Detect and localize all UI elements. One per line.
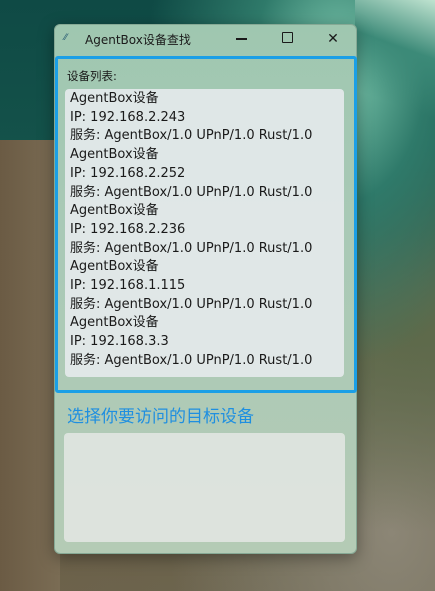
device-item[interactable]: AgentBox设备 IP: 192.168.3.3 服务: AgentBox/… [65, 314, 344, 370]
device-ip: IP: 192.168.1.115 [70, 278, 186, 294]
desktop-wallpaper-shore [0, 140, 60, 591]
device-ip: IP: 192.168.3.3 [70, 334, 169, 350]
device-item[interactable]: AgentBox设备 IP: 192.168.2.243 服务: AgentBo… [65, 89, 344, 146]
device-service: 服务: AgentBox/1.0 UPnP/1.0 Rust/1.0 [70, 240, 313, 256]
device-detail-area [64, 433, 345, 542]
minimize-icon [235, 38, 247, 40]
device-name: AgentBox设备 [70, 147, 159, 163]
desktop-wallpaper-beach [355, 0, 435, 120]
device-ip: IP: 192.168.2.252 [70, 165, 186, 181]
device-item[interactable]: AgentBox设备 IP: 192.168.2.236 服务: AgentBo… [65, 202, 344, 258]
device-name: AgentBox设备 [70, 259, 159, 275]
title-bar[interactable]: ⁄⁄ AgentBox设备查找 ✕ [55, 25, 356, 53]
device-name: AgentBox设备 [70, 91, 159, 106]
select-device-hint: 选择你要访问的目标设备 [67, 407, 254, 427]
device-service: 服务: AgentBox/1.0 UPnP/1.0 Rust/1.0 [70, 128, 313, 144]
device-ip: IP: 192.168.2.243 [70, 109, 186, 125]
device-name: AgentBox设备 [70, 315, 159, 331]
device-item[interactable]: AgentBox设备 IP: 192.168.1.115 服务: AgentBo… [65, 258, 344, 314]
device-service: 服务: AgentBox/1.0 UPnP/1.0 Rust/1.0 [70, 296, 313, 312]
close-button[interactable]: ✕ [310, 25, 356, 53]
device-ip: IP: 192.168.2.236 [70, 221, 186, 237]
device-name: AgentBox设备 [70, 203, 159, 219]
close-icon: ✕ [327, 31, 339, 47]
device-list[interactable]: AgentBox设备 IP: 192.168.2.243 服务: AgentBo… [65, 89, 344, 377]
device-service: 服务: AgentBox/1.0 UPnP/1.0 Rust/1.0 [70, 184, 313, 200]
minimize-button[interactable] [218, 25, 264, 53]
window-title: AgentBox设备查找 [85, 33, 191, 47]
device-list-label: 设备列表: [67, 69, 117, 83]
maximize-button[interactable] [264, 25, 310, 53]
device-list-panel: 设备列表: AgentBox设备 IP: 192.168.2.243 服务: A… [55, 56, 357, 393]
app-window: ⁄⁄ AgentBox设备查找 ✕ 设备列表: AgentBox设备 IP: 1… [54, 24, 357, 554]
maximize-icon [281, 32, 293, 43]
device-item[interactable]: AgentBox设备 IP: 192.168.2.252 服务: AgentBo… [65, 146, 344, 202]
device-service: 服务: AgentBox/1.0 UPnP/1.0 Rust/1.0 [70, 352, 313, 368]
app-logo-icon: ⁄⁄ [64, 33, 68, 43]
